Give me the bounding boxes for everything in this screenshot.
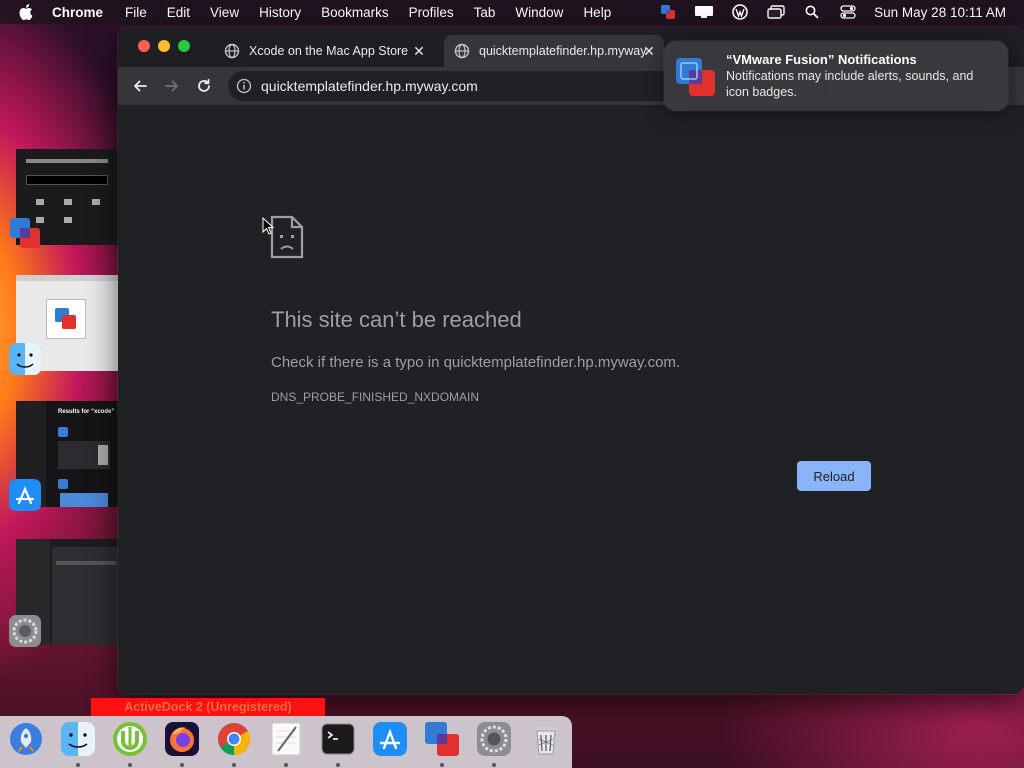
globe-icon [454,43,470,59]
running-indicator [232,763,236,767]
globe-icon [224,43,240,59]
control-center-icon[interactable] [838,4,858,20]
menu-view[interactable]: View [210,5,239,20]
running-indicator [492,763,496,767]
chrome-window: Xcode on the Mac App Store ✕ quicktempla… [118,27,1024,694]
system-preferences-icon [8,614,42,648]
utorrent-icon[interactable] [112,721,148,757]
running-indicator [180,763,184,767]
menu-bar: Chrome File Edit View History Bookmarks … [0,0,1024,24]
error-description: Check if there is a typo in quicktemplat… [271,354,681,371]
preview-grid [36,199,100,229]
running-indicator [128,763,132,767]
arrow-left-icon [134,80,147,92]
reload-button[interactable] [192,74,216,98]
arrow-right-icon [165,80,178,92]
error-code: DNS_PROBE_FINISHED_NXDOMAIN [271,390,480,404]
display-icon[interactable] [694,4,714,20]
vmware-fusion-icon[interactable] [424,721,460,757]
dock [0,716,572,768]
menu-bookmarks[interactable]: Bookmarks [321,5,389,20]
menu-tab[interactable]: Tab [474,5,496,20]
finder-icon [8,342,42,376]
activedock-unregistered-banner: ActiveDock 2 (Unregistered) [91,698,325,716]
tab-quicktemplatefinder[interactable]: quicktemplatefinder.hp.myway.com ✕ [444,35,664,67]
wordpress-icon[interactable] [730,4,750,20]
forward-button[interactable] [160,74,184,98]
status-area: Sun May 28 10:11 AM [658,0,1024,24]
launchpad-icon[interactable] [8,721,44,757]
notification-body: Notifications may include alerts, sounds… [726,69,974,99]
menu-file[interactable]: File [125,5,147,20]
preview-results-caption: Results for “xcode” [58,409,115,415]
vmware-icon[interactable] [658,4,678,20]
refresh-icon [198,78,210,92]
menu-profiles[interactable]: Profiles [409,5,454,20]
tab-xcode[interactable]: Xcode on the Mac App Store ✕ [214,35,434,67]
close-tab-icon[interactable]: ✕ [642,43,656,59]
app-store-icon[interactable] [372,721,408,757]
finder-icon[interactable] [60,721,96,757]
window-icon[interactable] [766,4,786,20]
preview-heading [26,159,108,163]
notification-title: “VMware Fusion” Notifications [726,52,917,67]
textedit-icon[interactable] [268,721,304,757]
tab-title: Xcode on the Mac App Store [249,44,409,58]
running-indicator [76,763,80,767]
tab-title: quicktemplatefinder.hp.myway.com [479,44,647,58]
page-reload-button[interactable]: Reload [797,461,871,491]
app-store-icon [8,478,42,512]
error-page: This site can’t be reached Check if ther… [118,105,1024,694]
close-tab-icon[interactable]: ✕ [412,43,426,59]
apple-menu-icon[interactable] [14,4,38,20]
running-indicator [284,763,288,767]
mouse-cursor-icon [262,216,275,235]
close-window-button[interactable] [138,40,150,52]
menu-clock[interactable]: Sun May 28 10:11 AM [874,5,1006,20]
running-indicator [440,763,444,767]
address-url[interactable]: quicktemplatefinder.hp.myway.com [261,78,478,94]
zoom-window-button[interactable] [178,40,190,52]
preview-dialog [46,299,86,339]
menu-window[interactable]: Window [515,5,563,20]
vmware-fusion-icon [8,216,42,250]
vmware-fusion-icon [674,55,718,99]
minimize-window-button[interactable] [158,40,170,52]
menu-history[interactable]: History [259,5,301,20]
sad-document-icon [270,215,304,259]
menu-app-name[interactable]: Chrome [52,5,103,20]
system-preferences-icon[interactable] [476,721,512,757]
notification-banner[interactable]: “VMware Fusion” Notifications Notificati… [664,41,1008,111]
menu-help[interactable]: Help [583,5,611,20]
preview-search [26,175,108,185]
terminal-icon[interactable] [320,721,356,757]
trash-icon[interactable] [528,721,564,757]
firefox-icon[interactable] [164,721,200,757]
running-indicator [336,763,340,767]
back-button[interactable] [128,74,152,98]
info-icon[interactable] [236,78,252,94]
search-icon[interactable] [802,4,822,20]
error-title: This site can’t be reached [271,307,522,332]
chrome-icon[interactable] [216,721,252,757]
menu-edit[interactable]: Edit [167,5,190,20]
